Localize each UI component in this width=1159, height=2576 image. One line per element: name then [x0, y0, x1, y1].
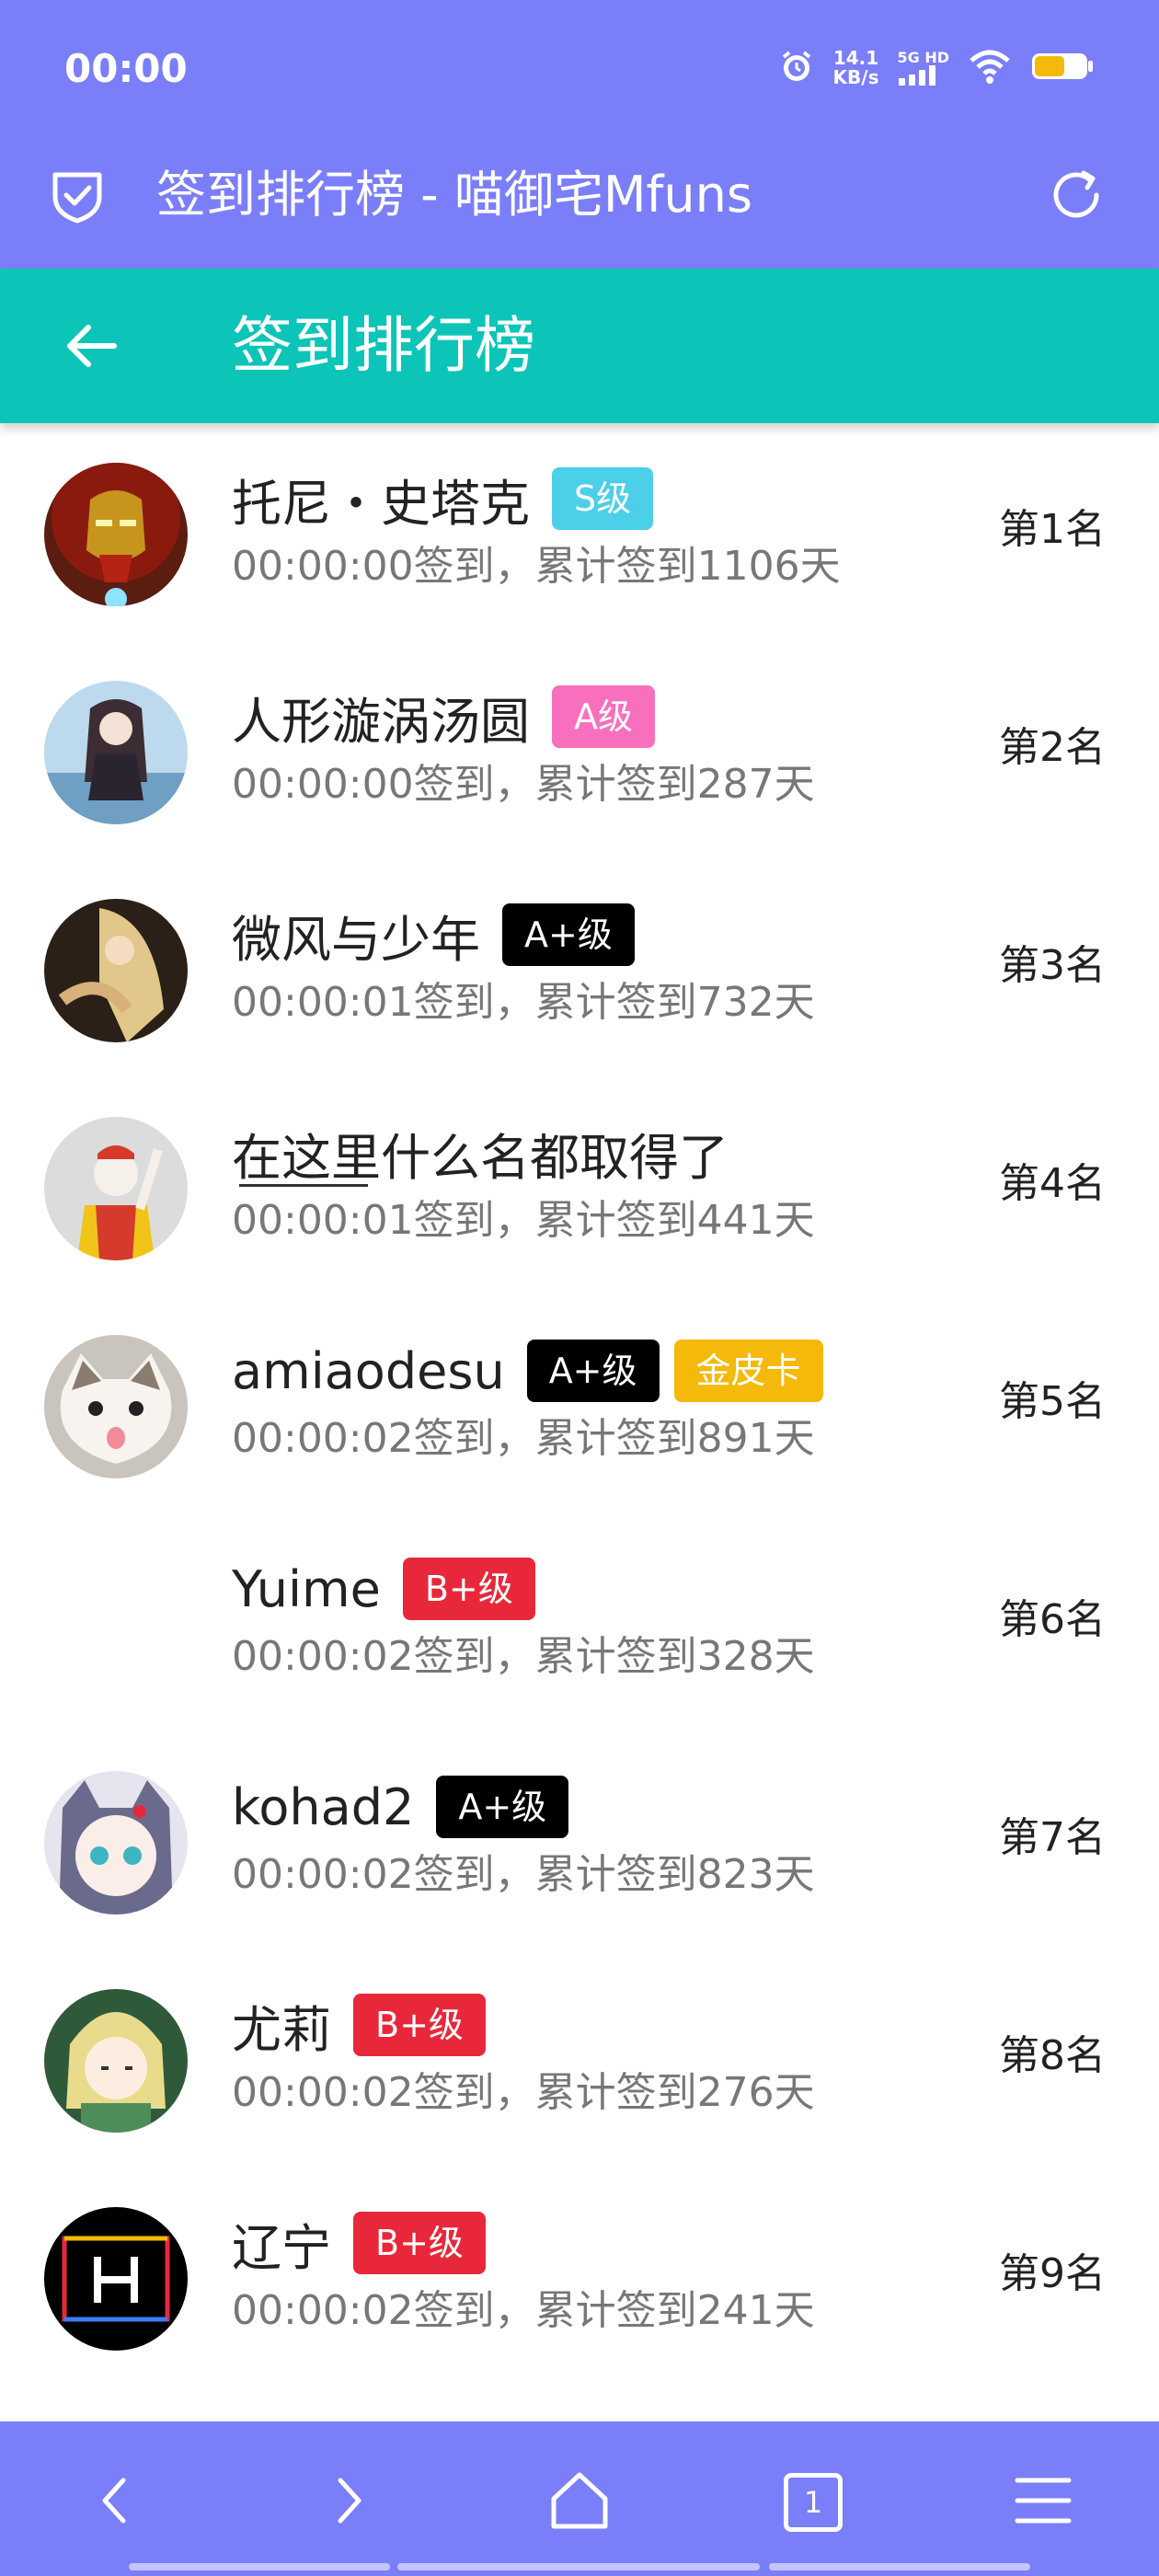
- user-name[interactable]: amiaodesu: [232, 1342, 505, 1400]
- avatar[interactable]: [44, 1771, 188, 1915]
- user-name[interactable]: 微风与少年: [232, 899, 480, 972]
- nav-menu-icon[interactable]: [1008, 2466, 1078, 2536]
- back-arrow-icon[interactable]: [63, 316, 121, 375]
- level-badge: A+级: [436, 1776, 569, 1838]
- app-header: 签到排行榜: [0, 269, 1159, 423]
- list-item[interactable]: Yuime B+级 00:00:02签到，累计签到328天 第6名: [0, 1513, 1159, 1731]
- status-time: 00:00: [64, 46, 188, 91]
- battery-icon: [1030, 50, 1095, 86]
- rank-label: 第8名: [999, 2032, 1106, 2079]
- level-badge: A级: [552, 685, 655, 748]
- list-item[interactable]: 托尼・史塔克 S级 00:00:00签到，累计签到1106天 第1名: [0, 423, 1159, 641]
- rank-label: 第7名: [999, 1814, 1106, 1861]
- avatar[interactable]: [44, 1989, 188, 2133]
- gold-card-badge: 金皮卡: [673, 1340, 823, 1402]
- rank-label: 第1名: [999, 506, 1106, 553]
- user-name[interactable]: 尤莉: [232, 1989, 331, 2062]
- avatar[interactable]: [44, 681, 188, 824]
- checkin-info: 00:00:02签到，累计签到823天: [232, 1851, 815, 1898]
- rank-label: 第6名: [999, 1596, 1106, 1643]
- checkin-info: 00:00:01签到，累计签到732天: [232, 979, 815, 1026]
- refresh-icon[interactable]: [1047, 166, 1106, 224]
- user-name[interactable]: 在这里什么名都取得了: [232, 1117, 729, 1190]
- page-title: 签到排行榜: [232, 310, 535, 381]
- rank-label: 第2名: [999, 724, 1106, 771]
- status-bar: 00:00 14.1 KB/s 5G HD: [0, 0, 1159, 138]
- tab-count: 1: [784, 2473, 843, 2532]
- nav-back-icon[interactable]: [81, 2466, 151, 2536]
- level-badge: B+级: [402, 1558, 535, 1620]
- list-item[interactable]: amiaodesu A+级 金皮卡 00:00:02签到，累计签到891天 第5…: [0, 1295, 1159, 1513]
- level-badge: A+级: [526, 1340, 660, 1402]
- gesture-bar: [397, 2563, 760, 2570]
- list-item[interactable]: 辽宁 B+级 00:00:02签到，累计签到241天 第9名: [0, 2168, 1159, 2386]
- list-item[interactable]: 人形漩涡汤圆 A级 00:00:00签到，累计签到287天 第2名: [0, 641, 1159, 859]
- nav-home-icon[interactable]: [545, 2466, 614, 2536]
- checkin-info: 00:00:02签到，累计签到276天: [232, 2069, 815, 2116]
- avatar[interactable]: [44, 463, 188, 606]
- avatar[interactable]: [44, 1553, 188, 1696]
- gesture-bar: [129, 2563, 390, 2570]
- checkin-info: 00:00:00签到，累计签到1106天: [232, 543, 841, 590]
- avatar[interactable]: [44, 1117, 188, 1260]
- checkin-info: 00:00:01签到，累计签到441天: [232, 1197, 815, 1244]
- avatar[interactable]: [44, 899, 188, 1042]
- bottom-nav: 1: [0, 2421, 1159, 2576]
- rank-label: 第9名: [999, 2250, 1106, 2297]
- browser-bar: 签到排行榜 - 喵御宅Mfuns: [0, 138, 1159, 269]
- checkin-info: 00:00:00签到，累计签到287天: [232, 761, 815, 808]
- list-item[interactable]: kohad2 A+级 00:00:02签到，累计签到823天 第7名: [0, 1731, 1159, 1949]
- rank-label: 第3名: [999, 942, 1106, 989]
- level-badge: S级: [552, 467, 654, 530]
- user-name[interactable]: 人形漩涡汤圆: [232, 681, 530, 753]
- user-name[interactable]: 辽宁: [232, 2207, 331, 2280]
- user-name[interactable]: Yuime: [232, 1560, 381, 1618]
- list-item[interactable]: 在这里什么名都取得了 00:00:01签到，累计签到441天 第4名: [0, 1077, 1159, 1295]
- nav-forward-icon[interactable]: [313, 2466, 383, 2536]
- wifi-icon: [968, 48, 1012, 88]
- user-name[interactable]: kohad2: [232, 1778, 414, 1836]
- rank-label: 第4名: [999, 1160, 1106, 1207]
- list-item[interactable]: 微风与少年 A+级 00:00:01签到，累计签到732天 第3名: [0, 859, 1159, 1077]
- avatar[interactable]: [44, 2207, 188, 2351]
- alarm-icon: [778, 48, 815, 88]
- net-speed: 14.1 KB/s: [832, 47, 879, 88]
- rank-label: 第5名: [999, 1378, 1106, 1425]
- status-icons: 14.1 KB/s 5G HD: [778, 48, 1095, 88]
- checkin-info: 00:00:02签到，累计签到891天: [232, 1415, 815, 1462]
- level-badge: B+级: [353, 2212, 486, 2274]
- leaderboard-list: 托尼・史塔克 S级 00:00:00签到，累计签到1106天 第1名 人形漩涡汤…: [0, 423, 1159, 2386]
- user-name[interactable]: 托尼・史塔克: [232, 463, 530, 535]
- level-badge: A+级: [502, 903, 635, 966]
- shield-check-icon[interactable]: [48, 166, 107, 224]
- signal-icon: 5G HD: [897, 51, 949, 86]
- level-badge: B+级: [353, 1994, 486, 2056]
- checkin-info: 00:00:02签到，累计签到328天: [232, 1633, 815, 1680]
- nav-tabs-icon[interactable]: 1: [776, 2466, 846, 2536]
- browser-page-title[interactable]: 签到排行榜 - 喵御宅Mfuns: [156, 166, 752, 224]
- checkin-info: 00:00:02签到，累计签到241天: [232, 2287, 815, 2334]
- avatar[interactable]: [44, 1335, 188, 1478]
- gesture-bar: [769, 2563, 1030, 2570]
- list-item[interactable]: 尤莉 B+级 00:00:02签到，累计签到276天 第8名: [0, 1949, 1159, 2168]
- name-underline: [239, 1184, 368, 1187]
